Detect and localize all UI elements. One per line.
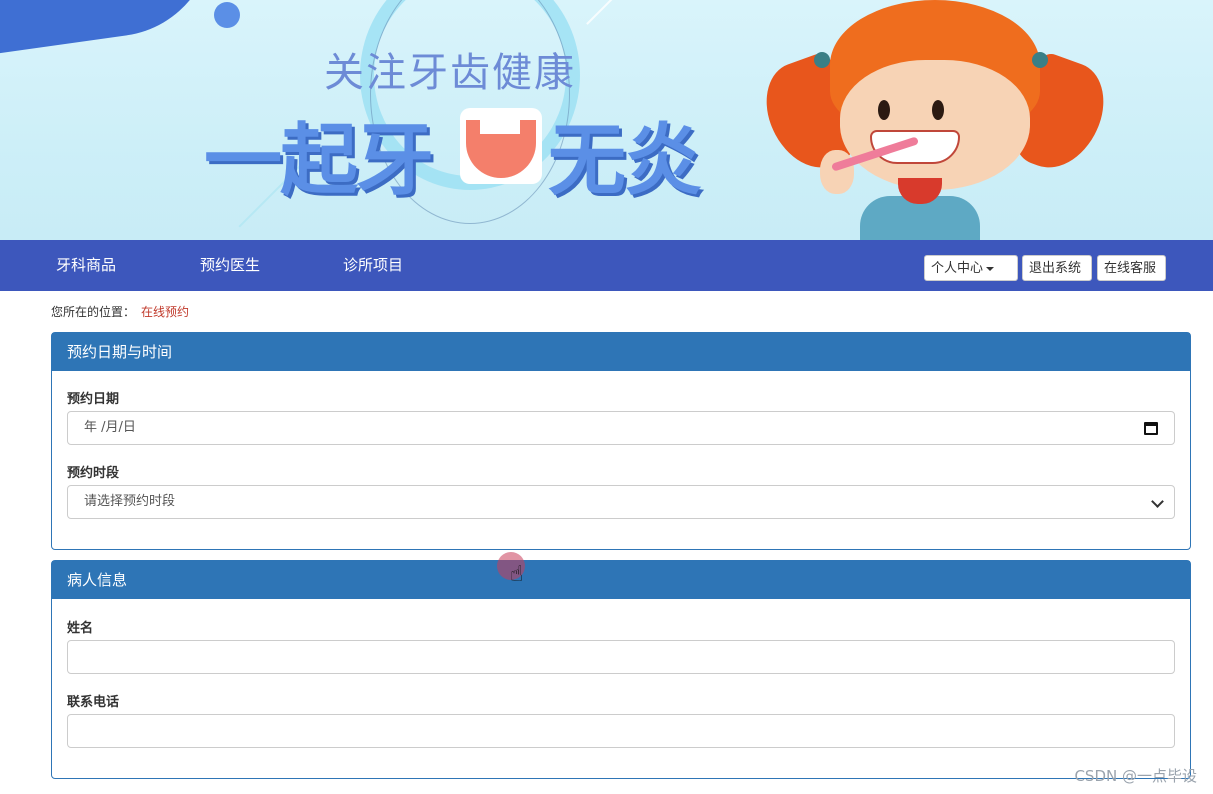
calendar-icon[interactable] [1144, 422, 1158, 435]
breadcrumb-current[interactable]: 在线预约 [141, 305, 189, 319]
caret-down-icon [986, 266, 995, 271]
personal-center-dropdown[interactable]: 个人中心 [924, 255, 1018, 281]
phone-field[interactable] [67, 714, 1175, 748]
date-label: 预约日期 [67, 392, 120, 407]
banner-subtitle: 关注牙齿健康 [324, 50, 576, 96]
banner-dot-decoration [214, 2, 240, 28]
hand-cursor-icon: ☝ [510, 562, 524, 587]
time-slot-select[interactable]: 请选择预约时段 [67, 485, 1175, 519]
phone-label: 联系电话 [67, 695, 120, 710]
date-input[interactable]: 年 /月/日 [67, 411, 1175, 445]
name-field[interactable] [67, 640, 1175, 674]
chevron-down-icon [1151, 495, 1164, 508]
main-navbar: 牙科商品 预约医生 诊所项目 个人中心 退出系统 在线客服 [0, 240, 1213, 291]
name-label: 姓名 [67, 621, 94, 636]
patient-panel: 病人信息 姓名 联系电话 [51, 560, 1191, 779]
appointment-panel-heading: 预约日期与时间 [52, 333, 1190, 371]
time-slot-label: 预约时段 [67, 466, 120, 481]
nav-item-dental-products[interactable]: 牙科商品 [56, 240, 116, 291]
girl-brushing-teeth-illustration [753, 0, 1117, 240]
watermark: CSDN @一点毕设 [1074, 767, 1197, 785]
date-input-value: 年 /月/日 [84, 420, 136, 435]
time-slot-selected: 请选择预约时段 [84, 494, 176, 509]
banner: 关注牙齿健康 一起牙 无炎 [0, 0, 1213, 240]
banner-line-decoration [586, 0, 616, 25]
banner-title-right: 无炎 [548, 116, 702, 206]
banner-blob-decoration [0, 0, 226, 58]
nav-item-book-doctor[interactable]: 预约医生 [200, 240, 260, 291]
appointment-panel: 预约日期与时间 预约日期 年 /月/日 预约时段 请选择预约时段 [51, 332, 1191, 550]
nav-item-clinic-projects[interactable]: 诊所项目 [343, 240, 403, 291]
tooth-mouth-icon [460, 108, 542, 184]
banner-title-left: 一起牙 [204, 116, 434, 206]
logout-button[interactable]: 退出系统 [1022, 255, 1092, 281]
breadcrumb-label: 您所在的位置： [51, 305, 136, 319]
patient-panel-heading: 病人信息 [52, 561, 1190, 599]
breadcrumb: 您所在的位置： 在线预约 [51, 303, 189, 320]
online-service-button[interactable]: 在线客服 [1097, 255, 1166, 281]
personal-center-label: 个人中心 [931, 261, 984, 276]
